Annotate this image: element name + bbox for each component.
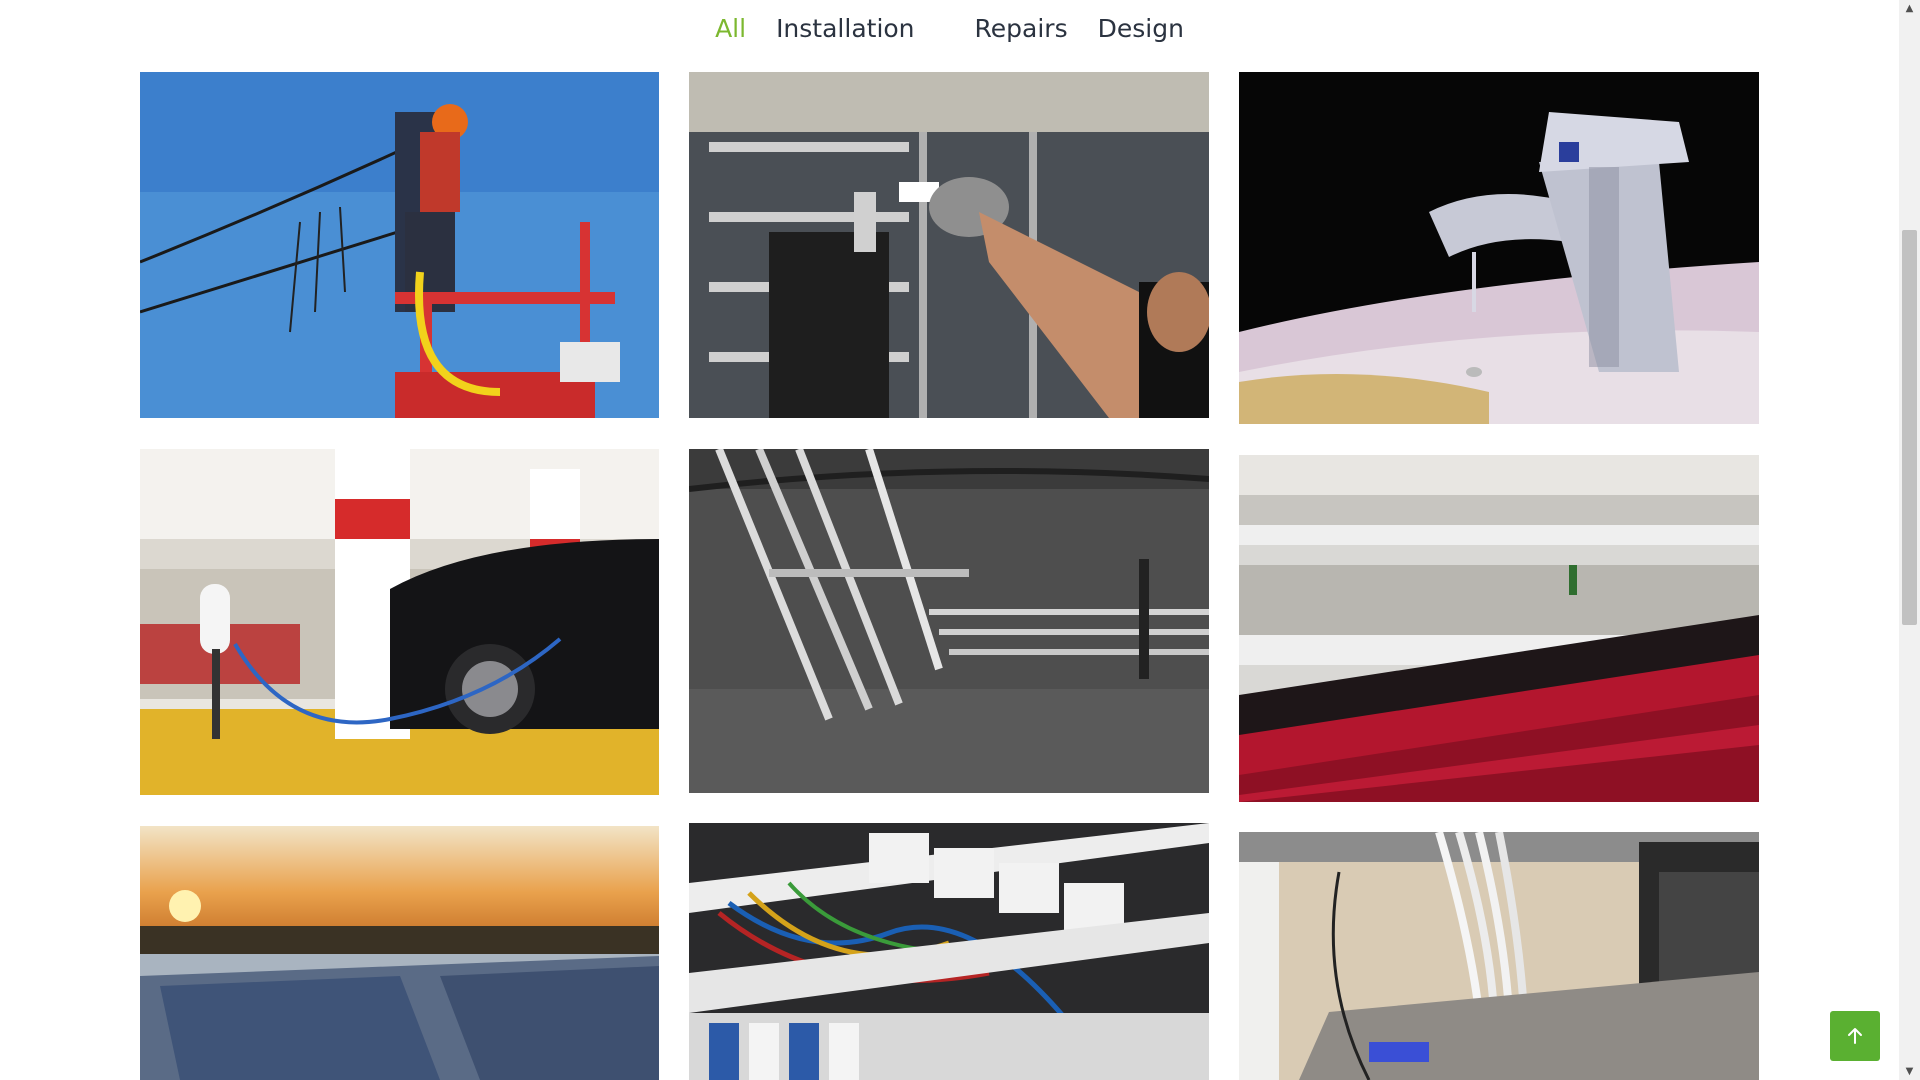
electrical-panel-image	[689, 823, 1209, 1080]
technician-image	[689, 72, 1209, 418]
scroll-thumb[interactable]	[1902, 230, 1917, 625]
filter-repairs[interactable]: Repairs	[960, 12, 1083, 46]
scrollbar[interactable]: ▲ ▼	[1899, 0, 1920, 1080]
gallery-item-ev-charging[interactable]	[140, 449, 659, 795]
page: All Installation Repairs Design ▲ ▼	[0, 0, 1920, 1080]
gallery-item-lineworker[interactable]	[140, 72, 659, 418]
gallery-item-electrical-panel[interactable]	[689, 823, 1209, 1080]
solar-image	[140, 826, 659, 1080]
scroll-down-arrow-icon[interactable]: ▼	[1899, 1063, 1920, 1080]
back-to-top-button[interactable]	[1830, 1011, 1880, 1061]
portfolio-filters: All Installation Repairs Design	[0, 12, 1899, 46]
patch-panel-image	[1239, 455, 1759, 802]
gallery-item-faucet[interactable]	[1239, 72, 1759, 424]
arrow-up-icon	[1848, 1028, 1862, 1044]
faucet-image	[1239, 72, 1759, 424]
pipes-image	[689, 449, 1209, 793]
filter-installation[interactable]: Installation	[761, 12, 929, 46]
lineworker-image	[140, 72, 659, 418]
filter-design[interactable]: Design	[1083, 12, 1199, 46]
gallery-item-technician[interactable]	[689, 72, 1209, 418]
gallery-item-patch-panel[interactable]	[1239, 455, 1759, 802]
filter-all[interactable]: All	[700, 12, 761, 46]
gallery-item-pipes[interactable]	[689, 449, 1209, 793]
gallery-item-network-switch[interactable]	[1239, 832, 1759, 1080]
scroll-up-arrow-icon[interactable]: ▲	[1899, 0, 1920, 17]
gallery-item-solar[interactable]	[140, 826, 659, 1080]
ev-charging-image	[140, 449, 659, 795]
network-switch-image	[1239, 832, 1759, 1080]
